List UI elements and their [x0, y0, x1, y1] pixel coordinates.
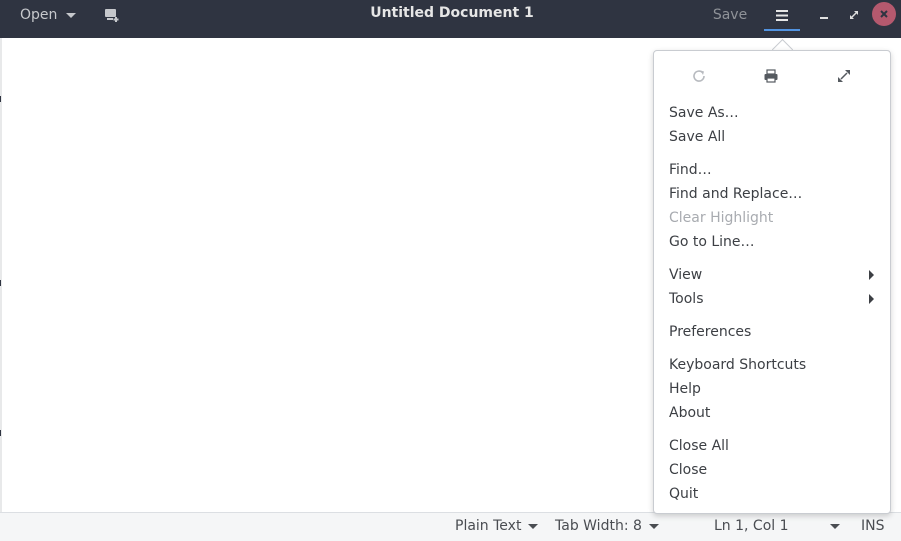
app-menu-popover: Save As… Save All Find… Find and Replace… [653, 50, 891, 514]
menu-item-go-to-line[interactable]: Go to Line… [669, 231, 874, 253]
fullscreen-button[interactable] [832, 65, 856, 87]
save-button-label: Save [712, 7, 748, 23]
menu-item-view[interactable]: View [669, 264, 874, 286]
edge-mark [0, 96, 1, 102]
menu-item-view-label: View [669, 267, 703, 283]
tab-width-label: Tab Width: 8 [555, 518, 642, 534]
menu-item-keyboard-shortcuts[interactable]: Keyboard Shortcuts [669, 354, 874, 376]
menu-item-close[interactable]: Close [669, 459, 874, 481]
chevron-right-icon [869, 270, 874, 280]
header-bar: Open Untitled Document 1 Save [0, 0, 901, 38]
new-document-icon [105, 9, 119, 22]
reload-icon [693, 70, 705, 82]
chevron-down-icon [66, 12, 77, 18]
menu-item-quit[interactable]: Quit [669, 483, 874, 505]
menu-item-preferences[interactable]: Preferences [669, 321, 874, 343]
menu-item-close-all[interactable]: Close All [669, 435, 874, 457]
status-bar: Plain Text Tab Width: 8 Ln 1, Col 1 INS [0, 512, 901, 541]
fullscreen-icon [838, 70, 850, 82]
open-button[interactable]: Open [12, 0, 84, 30]
cursor-position-label: Ln 1, Col 1 [714, 518, 789, 534]
print-icon [764, 69, 778, 83]
menu-item-about[interactable]: About [669, 402, 874, 424]
cursor-position-selector[interactable]: Ln 1, Col 1 [714, 518, 840, 534]
popover-icon-row [654, 65, 890, 87]
maximize-button[interactable] [842, 3, 866, 27]
tab-width-selector[interactable]: Tab Width: 8 [555, 518, 659, 534]
chevron-down-icon [528, 523, 539, 529]
chevron-down-icon [648, 523, 659, 529]
insert-mode-label: INS [861, 518, 885, 534]
menu-item-find-replace[interactable]: Find and Replace… [669, 183, 874, 205]
edge-mark [0, 280, 1, 286]
reload-button[interactable] [687, 65, 711, 87]
hamburger-menu-button[interactable] [764, 0, 800, 30]
close-window-button[interactable] [872, 2, 896, 26]
open-button-label: Open [20, 7, 58, 23]
insert-mode-indicator[interactable]: INS [861, 518, 885, 534]
menu-item-clear-highlight: Clear Highlight [669, 210, 774, 226]
minimize-button[interactable] [812, 3, 836, 27]
menu-item-help[interactable]: Help [669, 378, 874, 400]
hamburger-icon [776, 9, 788, 21]
language-selector[interactable]: Plain Text [455, 518, 539, 534]
chevron-down-icon [829, 523, 840, 529]
minimize-icon [820, 17, 828, 19]
menu-item-tools-label: Tools [669, 291, 704, 307]
save-button[interactable]: Save [705, 0, 755, 30]
menu-item-tools[interactable]: Tools [669, 288, 874, 310]
menu-item-find[interactable]: Find… [669, 159, 874, 181]
edge-mark [0, 430, 1, 436]
new-document-button[interactable] [104, 0, 126, 30]
window-title: Untitled Document 1 [370, 5, 534, 21]
print-button[interactable] [759, 65, 783, 87]
chevron-right-icon [869, 294, 874, 304]
menu-item-save-as[interactable]: Save As… [669, 102, 874, 124]
maximize-icon [850, 11, 858, 19]
menu-active-indicator [764, 29, 800, 31]
language-label: Plain Text [455, 518, 522, 534]
close-icon [880, 10, 888, 18]
menu-item-save-all[interactable]: Save All [669, 126, 874, 148]
